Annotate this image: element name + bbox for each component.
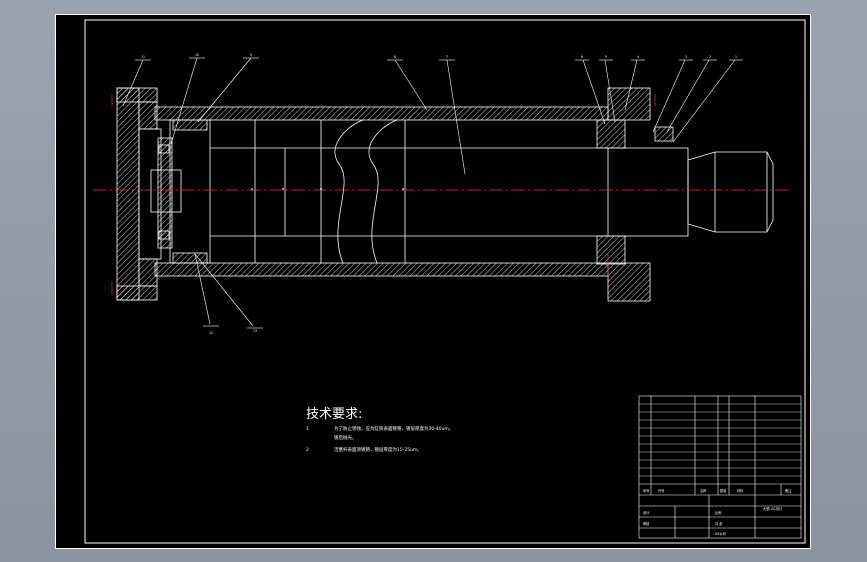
break-line-right	[368, 119, 398, 264]
parts-list-rows	[639, 403, 801, 477]
svg-text:代号: 代号	[658, 488, 664, 493]
svg-text:镀后抛光。: 镀后抛光。	[334, 434, 357, 441]
sheet-border-inner	[84, 19, 806, 544]
svg-text:φ: φ	[402, 187, 404, 191]
balloon-8: 8	[394, 55, 396, 59]
svg-text:比例: 比例	[715, 510, 721, 515]
svg-text:审核: 审核	[643, 521, 650, 526]
break-line-left	[334, 119, 364, 264]
tech-requirements-title: 技术要求:	[306, 407, 362, 422]
balloon-5: 5	[605, 55, 607, 59]
svg-text:φ: φ	[320, 187, 322, 191]
rod-end	[687, 151, 774, 233]
sheet-border-outer	[55, 14, 811, 549]
drawing-viewport[interactable]: φ φ φ φ 11 10 9 8 7 6 5 4 3 2 1 12 13 技术…	[55, 14, 811, 549]
balloon-3: 3	[685, 55, 687, 59]
balloon-12: 12	[209, 331, 213, 335]
balloon-1: 1	[735, 55, 737, 59]
svg-text:数量: 数量	[720, 488, 727, 493]
svg-text:材料: 材料	[737, 488, 744, 493]
barrel-top-wall	[154, 106, 609, 121]
front-flange-bottom	[607, 262, 651, 302]
svg-text:共 张: 共 张	[715, 521, 723, 526]
balloon-13: 13	[253, 329, 257, 333]
drawing-title: 大型LGC设计	[763, 506, 783, 511]
rear-cap	[116, 87, 140, 301]
cylinder-section	[116, 87, 774, 302]
balloon-10: 10	[195, 53, 199, 57]
piston	[169, 119, 211, 264]
svg-text:设计: 设计	[643, 510, 650, 515]
piston-rod	[607, 147, 689, 237]
balloon-6: 6	[581, 55, 583, 59]
barrel-bottom-wall	[154, 262, 609, 277]
title-block	[638, 395, 802, 539]
svg-text:活塞杆表面须镀铬，镀层厚度为15-25um。: 活塞杆表面须镀铬，镀层厚度为15-25um。	[334, 446, 422, 453]
svg-text:名称: 名称	[700, 488, 707, 493]
svg-text:为了防止锈蚀，应为缸筒表面镀铬，镀层厚度为30-40um。: 为了防止锈蚀，应为缸筒表面镀铬，镀层厚度为30-40um。	[334, 425, 453, 432]
tech-requirements: 技术要求: 1 为了防止锈蚀，应为缸筒表面镀铬，镀层厚度为30-40um。 镀后…	[306, 407, 453, 453]
svg-text:φ: φ	[251, 187, 253, 191]
hydraulic-cylinder-drawing: φ φ φ φ 11 10 9 8 7 6 5 4 3 2 1 12 13 技术…	[55, 14, 811, 549]
svg-text:序号: 序号	[643, 488, 649, 493]
balloon-2: 2	[709, 55, 711, 59]
balloon-7: 7	[446, 55, 448, 59]
balloon-4: 4	[637, 55, 639, 59]
svg-text:XX公司: XX公司	[715, 531, 726, 536]
svg-text:1: 1	[306, 426, 309, 432]
svg-text:备注: 备注	[785, 488, 792, 493]
balloon-9: 9	[250, 53, 252, 57]
svg-text:2: 2	[306, 447, 309, 453]
svg-text:φ: φ	[282, 187, 284, 191]
balloon-11: 11	[141, 55, 145, 59]
